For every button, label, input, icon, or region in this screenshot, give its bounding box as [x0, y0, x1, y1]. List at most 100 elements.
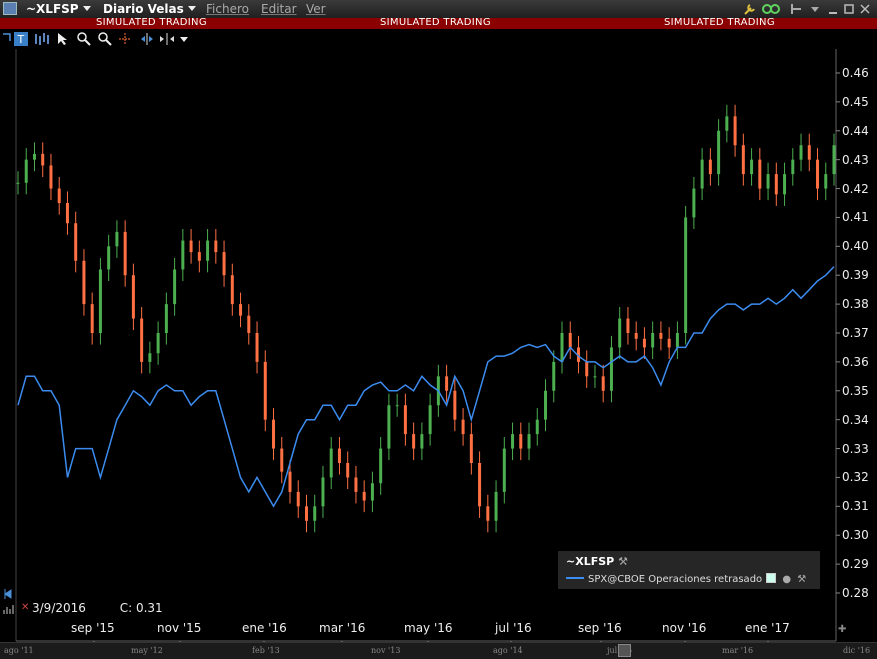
- minimize-icon[interactable]: [827, 2, 839, 16]
- y-tick-label: 0.44: [842, 123, 869, 138]
- scrollbar-thumb[interactable]: [618, 644, 631, 657]
- candle-body: [824, 174, 828, 189]
- candle-body: [659, 333, 663, 339]
- legend-secondary-row[interactable]: SPX@CBOE Operaciones retrasado ● ⚒: [566, 573, 806, 585]
- overview-label: ago '14: [493, 646, 523, 655]
- candle-body: [115, 231, 119, 247]
- scroll-left-icon[interactable]: [3, 587, 13, 601]
- text-tool-icon[interactable]: T: [14, 32, 28, 46]
- menu-fichero[interactable]: Fichero: [206, 2, 249, 16]
- split-icon[interactable]: [140, 32, 154, 46]
- overview-scrollbar[interactable]: ago '11 may '12 feb '13 nov '13 ago '14 …: [0, 642, 877, 659]
- bar-style-icon[interactable]: [34, 32, 50, 46]
- symbol-selector[interactable]: ~XLFSP: [26, 2, 91, 16]
- settings-icon[interactable]: ●: [782, 574, 791, 585]
- candle-body: [478, 463, 482, 507]
- legend-secondary-label: SPX@CBOE Operaciones retrasado: [588, 574, 763, 585]
- candle-body: [560, 333, 564, 362]
- candle-body: [453, 390, 457, 420]
- candle-body: [304, 506, 308, 521]
- candle-body: [708, 159, 712, 175]
- candle-body: [502, 448, 506, 492]
- add-icon[interactable]: ✚: [838, 624, 846, 635]
- overview-label: mar '16: [722, 646, 754, 655]
- candle-body: [107, 246, 111, 270]
- candle-body: [16, 182, 20, 184]
- candle-body: [74, 223, 78, 261]
- candle-body: [412, 434, 416, 449]
- candle-body: [783, 174, 787, 195]
- candle-body: [700, 159, 704, 189]
- y-tick-label: 0.32: [842, 470, 869, 485]
- x-tick-label: ene '17: [745, 621, 790, 635]
- y-tick-label: 0.33: [842, 441, 869, 456]
- dropdown-icon[interactable]: [179, 32, 189, 46]
- app-chart-icon[interactable]: [3, 2, 17, 15]
- chart-type-label: Diario Velas: [103, 2, 184, 16]
- wrench-icon[interactable]: ⚒: [618, 555, 628, 568]
- maximize-icon[interactable]: [843, 2, 855, 16]
- symbol-label: ~XLFSP: [26, 2, 79, 16]
- candle-body: [618, 318, 622, 348]
- status-date: 3/9/2016: [32, 601, 86, 615]
- menu-ver[interactable]: Ver: [306, 2, 326, 16]
- candle-body: [469, 434, 473, 463]
- candle-body: [82, 260, 86, 305]
- candle-body: [354, 477, 358, 492]
- zoom-in-icon[interactable]: [77, 32, 91, 46]
- candle-body: [181, 240, 185, 270]
- candle-body: [189, 240, 193, 253]
- candle-body: [642, 338, 646, 348]
- chart-legend[interactable]: ~XLFSP ⚒ SPX@CBOE Operaciones retrasado …: [558, 551, 820, 589]
- candle-body: [791, 159, 795, 175]
- y-tick-label: 0.37: [842, 326, 869, 340]
- chart-type-selector[interactable]: Diario Velas: [103, 2, 196, 16]
- candle-body: [807, 145, 811, 160]
- candle-body: [164, 304, 168, 333]
- candle-body: [832, 145, 836, 175]
- zoom-out-icon[interactable]: [98, 32, 112, 46]
- wrench-icon[interactable]: [743, 2, 757, 16]
- visible-checkbox[interactable]: [766, 573, 777, 583]
- candle-body: [799, 145, 803, 160]
- x-tick-label: jul '16: [495, 621, 532, 635]
- candle-body: [296, 491, 300, 507]
- svg-text:T: T: [17, 33, 25, 46]
- simulated-trading-banner: SIMULATED TRADING SIMULATED TRADING SIMU…: [0, 17, 877, 29]
- x-tick-label: nov '16: [662, 621, 707, 635]
- wrench-icon[interactable]: ⚒: [797, 574, 806, 585]
- close-icon[interactable]: ✕: [21, 602, 29, 613]
- candle-body: [568, 333, 572, 348]
- candle-body: [288, 471, 292, 492]
- collapse-icon[interactable]: [2, 32, 14, 46]
- pin-icon[interactable]: [789, 2, 803, 16]
- cursor-icon[interactable]: [56, 32, 70, 46]
- y-tick-label: 0.38: [842, 297, 869, 312]
- candle-body: [519, 434, 523, 449]
- candle-body: [239, 304, 243, 316]
- candle-body: [255, 333, 259, 362]
- menu-editar[interactable]: Editar: [261, 2, 297, 16]
- y-tick-label: 0.46: [842, 66, 869, 80]
- expand-icon[interactable]: [160, 32, 174, 46]
- volume-icon[interactable]: [3, 603, 15, 615]
- candle-body: [214, 240, 218, 253]
- legend-line-swatch: [566, 577, 584, 579]
- crosshair-icon[interactable]: [118, 32, 132, 46]
- candle-body: [222, 252, 226, 276]
- dropdown-arrow-icon[interactable]: [809, 2, 821, 16]
- chevron-down-icon: [82, 6, 91, 11]
- y-tick-label: 0.29: [842, 557, 869, 572]
- candle-body: [486, 506, 490, 521]
- candle-body: [552, 361, 556, 391]
- link-icon[interactable]: [761, 2, 781, 16]
- candle-body: [667, 338, 671, 348]
- candle-body: [148, 353, 152, 362]
- candle-body: [156, 333, 160, 354]
- candle-body: [601, 376, 605, 391]
- y-tick-label: 0.28: [842, 586, 869, 600]
- x-tick-label: sep '15: [71, 621, 115, 635]
- close-icon[interactable]: [859, 2, 871, 16]
- candle-body: [651, 333, 655, 348]
- overview-label: nov '13: [371, 646, 401, 655]
